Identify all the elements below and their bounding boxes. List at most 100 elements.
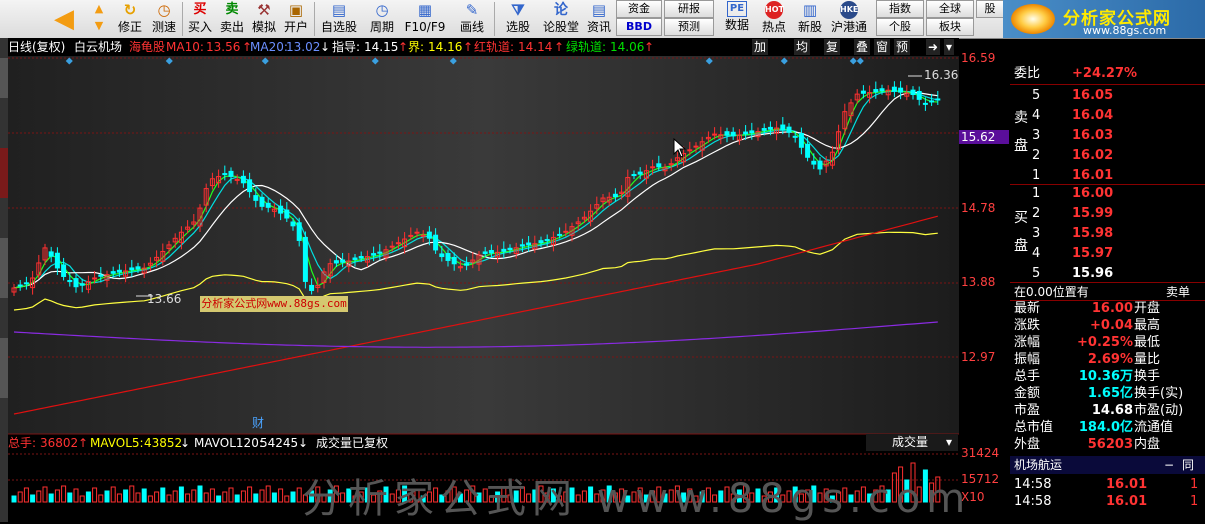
vol-total-label: 总手:: [8, 436, 37, 450]
stat-value: 184.0亿: [1078, 420, 1133, 435]
dropdown-icon[interactable]: ▾: [944, 39, 955, 55]
kline-chart[interactable]: [8, 56, 959, 522]
toolbar-buy[interactable]: 买 买入: [184, 0, 216, 38]
toolbar-open-account[interactable]: ▣ 开户: [280, 0, 312, 38]
axis-label: 16.59: [961, 51, 996, 65]
toolbar-speed[interactable]: ◷ 测速: [148, 0, 180, 38]
overlay-button[interactable]: 叠: [854, 39, 871, 55]
global-button[interactable]: 全球: [926, 0, 974, 18]
left-sidebar[interactable]: [0, 38, 8, 522]
vol-axis-label: 31424: [961, 446, 1000, 460]
sector-button[interactable]: 板块: [926, 18, 974, 36]
candle-body: [265, 202, 271, 208]
toolbar-f10[interactable]: ▦ F10/F9: [404, 0, 446, 38]
up-arrow-icon[interactable]: ▲: [88, 1, 110, 17]
stat-label-2: 市盈(动): [1134, 403, 1184, 418]
down-arrow-icon[interactable]: ▼: [88, 18, 110, 34]
sector-name: 机场航运: [1014, 458, 1063, 472]
candle-body: [426, 231, 432, 239]
period-label[interactable]: 日线(复权): [8, 38, 65, 56]
toolbar-refresh[interactable]: ↻ 修正: [114, 0, 146, 38]
toolbar-period[interactable]: ◷ 周期: [364, 0, 400, 38]
stock-button[interactable]: 个股: [876, 18, 924, 36]
candle-body: [637, 171, 643, 175]
candle-body: [259, 196, 265, 207]
toolbar-sell[interactable]: 卖 卖出: [216, 0, 248, 38]
candle-body: [519, 244, 525, 247]
stat-label: 振幅: [1014, 352, 1041, 367]
toolbar-label: 开户: [283, 20, 308, 34]
research-button[interactable]: 研报: [664, 0, 714, 18]
toolbar-forum[interactable]: 论 论股堂: [540, 0, 582, 38]
candle-body: [67, 279, 73, 283]
order-price: 16.03: [1072, 128, 1114, 143]
index-button[interactable]: 指数: [876, 0, 924, 18]
vol-total-value: 36802: [40, 436, 79, 450]
toolbar-watchlist[interactable]: ▤ 自选股: [318, 0, 360, 38]
newstock-icon: ▥: [802, 1, 818, 19]
bbd-button[interactable]: BBD: [616, 18, 662, 36]
stat-label: 涨跌: [1014, 318, 1041, 333]
watermark-box: 分析家公式网www.88gs.com: [200, 296, 348, 312]
toolbar-hk-connect[interactable]: HKE 沪港通: [828, 0, 870, 38]
funds-button[interactable]: 资金: [616, 0, 662, 18]
ma-button[interactable]: 均线: [794, 39, 811, 70]
toolbar-draw[interactable]: ✎ 画线: [454, 0, 490, 38]
price-axis: 16.59 15.62 14.78 13.88 12.97 31424 1571…: [959, 51, 1009, 522]
candle-body: [910, 89, 916, 95]
sell-order-row: 2 16.02: [1010, 146, 1195, 166]
more-button[interactable]: 股: [976, 0, 1004, 18]
tick-price: 16.01: [1106, 494, 1148, 509]
next-icon[interactable]: ➜: [926, 39, 941, 55]
candle-body: [805, 143, 811, 158]
candle-body: [414, 231, 420, 234]
watermark-text: 分析家公式网 www.88gs.com: [302, 476, 972, 522]
candle-body: [817, 160, 823, 170]
minus-icon[interactable]: −: [1164, 456, 1174, 474]
toolbar-hot[interactable]: HOT 热点: [756, 0, 792, 38]
candle-body: [135, 266, 141, 270]
candle-body: [631, 174, 637, 177]
scroll-buttons[interactable]: ▲ ▼: [88, 0, 110, 38]
forecast-chart-button[interactable]: 预测: [894, 39, 911, 70]
stat-row: 金额 1.65亿 换手(实): [1010, 385, 1195, 402]
add-watchlist-button[interactable]: 加自选: [752, 39, 769, 86]
candle-body: [761, 128, 767, 131]
toolbar-label: 新股: [797, 20, 822, 34]
stat-label-2: 量比: [1134, 352, 1161, 367]
toolbar-simulate[interactable]: ⚒ 模拟: [248, 0, 280, 38]
window-button[interactable]: 窗: [874, 39, 891, 55]
candle-body: [730, 131, 736, 137]
order-level: 2: [1032, 148, 1041, 163]
toolbar-data[interactable]: PE 数据: [720, 0, 754, 38]
candle-body: [798, 133, 804, 148]
adjust-button[interactable]: 复权: [824, 39, 841, 70]
candle-body: [439, 253, 445, 258]
forecast-button[interactable]: 预测: [664, 18, 714, 36]
toolbar-ipo[interactable]: ▥ 新股: [794, 0, 826, 38]
mavol5-value: 43852: [144, 436, 183, 450]
indicator-select[interactable]: 成交量 ▾: [866, 434, 958, 451]
candle-body: [408, 234, 414, 237]
toolbar-screener[interactable]: ⧩ 选股: [500, 0, 536, 38]
toolbar-label: 修正: [117, 20, 142, 34]
order-level: 4: [1032, 108, 1041, 123]
candle-body: [526, 242, 532, 246]
up-arrow-icon: ↑: [644, 40, 655, 54]
volume-bar: [197, 485, 203, 503]
stat-row: 市盈 14.68 市盈(动): [1010, 402, 1195, 419]
sector-bar[interactable]: 机场航运 − 同: [1010, 456, 1205, 474]
finance-marker[interactable]: 财: [252, 414, 264, 431]
back-button[interactable]: ◀: [44, 0, 84, 38]
ma20-value: 13.02: [286, 40, 321, 54]
toolbar-news[interactable]: ▤ 资讯: [584, 0, 614, 38]
tick-time: 14:58: [1014, 477, 1052, 492]
order-price: 16.02: [1072, 148, 1114, 163]
candle-body: [358, 256, 364, 259]
main-toolbar: ◀ ▲ ▼ ↻ 修正 ◷ 测速 买 买入 卖 卖出 ⚒ 模拟 ▣ 开户 ▤ 自选…: [0, 0, 1205, 39]
same-sector-button[interactable]: 同: [1182, 456, 1194, 474]
candle-body: [54, 252, 60, 269]
candle-body: [464, 263, 470, 266]
stat-label-2: 流通值: [1134, 420, 1174, 435]
stat-label-2: 内盘: [1134, 437, 1161, 452]
